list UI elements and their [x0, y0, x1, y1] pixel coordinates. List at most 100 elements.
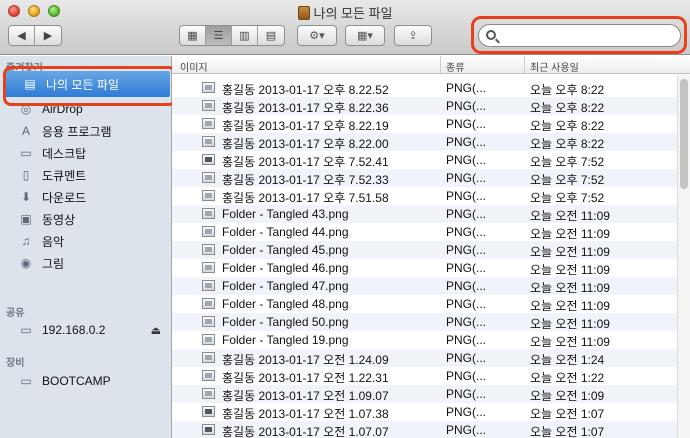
- sidebar-item[interactable]: ▣ 동영상: [0, 208, 171, 230]
- table-row[interactable]: 홍길동 2013-01-17 오전 1.24.09 PNG(... 오늘 오전 1:…: [172, 349, 677, 367]
- table-row[interactable]: 홍길동 2013-01-17 오후 8.22.00 PNG(... 오늘 오후 8:…: [172, 133, 677, 151]
- table-row[interactable]: 홍길동 2013-01-17 오전 1.22.31 PNG(... 오늘 오전 1:…: [172, 367, 677, 385]
- file-name: 홍길동 2013-01-17 오후 7.52.41: [222, 155, 389, 169]
- table-row[interactable]: Folder - Tangled 44.png PNG(... 오늘 오전 11:0…: [172, 223, 677, 241]
- image-file-icon: [202, 262, 215, 273]
- file-date: 오늘 오전 1:09: [530, 389, 605, 403]
- file-kind: PNG(...: [446, 99, 487, 113]
- table-row[interactable]: 홍길동 2013-01-17 오후 8.22.19 PNG(... 오늘 오후 8:…: [172, 115, 677, 133]
- file-name: 홍길동 2013-01-17 오전 1.09.07: [222, 389, 389, 403]
- table-row[interactable]: Folder - Tangled 48.png PNG(... 오늘 오전 11:0…: [172, 295, 677, 313]
- view-mode-buttons: ▦ ☰ ▥ ▤: [179, 25, 285, 46]
- image-file-icon: [202, 298, 215, 309]
- column-view-button[interactable]: ▥: [232, 26, 258, 45]
- file-date: 오늘 오후 8:22: [530, 137, 605, 151]
- column-header-name[interactable]: 이미지: [180, 59, 208, 74]
- table-row[interactable]: 홍길동 2013-01-17 오후 7.52.41 PNG(... 오늘 오후 7:…: [172, 151, 677, 169]
- file-kind: PNG(...: [446, 135, 487, 149]
- forward-button[interactable]: ▶: [35, 26, 61, 45]
- arrange-icon: ▦▾: [357, 30, 373, 42]
- file-name: Folder - Tangled 48.png: [222, 297, 349, 311]
- table-row[interactable]: 홍길동 2013-01-17 오전 1.07.07 PNG(... 오늘 오전 1:…: [172, 421, 677, 438]
- file-name: 홍길동 2013-01-17 오후 7.51.58: [222, 191, 389, 205]
- file-name: 홍길동 2013-01-17 오후 8.22.19: [222, 119, 389, 133]
- file-date: 오늘 오전 11:09: [530, 317, 610, 331]
- file-kind: PNG(...: [446, 405, 487, 419]
- forward-arrow-icon: ▶: [43, 30, 53, 42]
- sidebar-item-label: 음악: [42, 234, 65, 249]
- file-name: 홍길동 2013-01-17 오후 8.22.36: [222, 101, 389, 115]
- file-kind: PNG(...: [446, 351, 487, 365]
- search-highlight-ring: [471, 16, 687, 54]
- back-arrow-icon: ◀: [17, 30, 26, 42]
- music-icon: ♫: [21, 234, 31, 248]
- column-header-kind[interactable]: 종류: [446, 59, 464, 74]
- file-kind: PNG(...: [446, 81, 487, 95]
- eject-icon[interactable]: ⏏: [151, 324, 161, 337]
- table-row[interactable]: Folder - Tangled 43.png PNG(... 오늘 오전 11:0…: [172, 205, 677, 223]
- table-row[interactable]: Folder - Tangled 46.png PNG(... 오늘 오전 11:0…: [172, 259, 677, 277]
- file-kind: PNG(...: [446, 225, 487, 239]
- table-row[interactable]: 홍길동 2013-01-17 오후 7.52.33 PNG(... 오늘 오후 7:…: [172, 169, 677, 187]
- column-view-icon: ▥: [239, 30, 250, 42]
- file-name: Folder - Tangled 47.png: [222, 279, 349, 293]
- column-divider[interactable]: [524, 56, 525, 74]
- file-kind: PNG(...: [446, 171, 487, 185]
- sidebar-item[interactable]: ▭ 192.168.0.2 ⏏: [0, 319, 171, 341]
- back-button[interactable]: ◀: [9, 26, 35, 45]
- sidebar-item[interactable]: ▯ 도큐멘트: [0, 164, 171, 186]
- image-file-icon: [202, 334, 215, 345]
- share-button[interactable]: ⇪: [394, 25, 432, 46]
- sidebar-item[interactable]: ♫ 음악: [0, 230, 171, 252]
- sidebar-item[interactable]: ⬇ 다운로드: [0, 186, 171, 208]
- column-divider[interactable]: [440, 56, 441, 74]
- scrollbar-thumb[interactable]: [680, 79, 688, 189]
- file-date: 오늘 오후 8:22: [530, 119, 605, 133]
- icon-view-button[interactable]: ▦: [180, 26, 206, 45]
- arrange-menu-button[interactable]: ▦▾: [345, 25, 385, 46]
- file-date: 오늘 오전 11:09: [530, 209, 610, 223]
- image-file-icon: [202, 352, 215, 363]
- list-view-button[interactable]: ☰: [206, 26, 232, 45]
- action-menu-button[interactable]: ⚙▾: [297, 25, 337, 46]
- table-row[interactable]: 홍길동 2013-01-17 오전 1.09.07 PNG(... 오늘 오전 1:…: [172, 385, 677, 403]
- sidebar-item[interactable]: ▭ BOOTCAMP: [0, 370, 171, 392]
- file-list: 이미지 종류 최근 사용일 홍길동 2013-01-17 오후 8.22.52 P…: [172, 56, 690, 438]
- image-file-icon: [202, 226, 215, 237]
- disk-icon: ▭: [20, 374, 32, 388]
- file-kind: PNG(...: [446, 333, 487, 347]
- table-row[interactable]: 홍길동 2013-01-17 오후 8.22.52 PNG(... 오늘 오후 8:…: [172, 79, 677, 97]
- file-date: 오늘 오후 7:52: [530, 191, 605, 205]
- applications-icon: A: [21, 124, 30, 138]
- file-date: 오늘 오전 11:09: [530, 281, 610, 295]
- image-file-icon: [202, 82, 215, 93]
- sidebar-item[interactable]: A 응용 프로그램: [0, 120, 171, 142]
- file-kind: PNG(...: [446, 189, 487, 203]
- column-header-date[interactable]: 최근 사용일: [530, 59, 579, 74]
- vertical-scrollbar[interactable]: [677, 75, 690, 438]
- list-view-icon: ☰: [213, 30, 224, 42]
- computer-icon: ▭: [20, 323, 32, 337]
- sidebar-item-label: 데스크탑: [42, 146, 87, 161]
- sidebar-item-label: 그림: [42, 256, 65, 271]
- window-title-text: 나의 모든 파일: [313, 6, 393, 21]
- sidebar-item[interactable]: ▭ 데스크탑: [0, 142, 171, 164]
- image-file-icon: [202, 316, 215, 327]
- table-row[interactable]: 홍길동 2013-01-17 오후 7.51.58 PNG(... 오늘 오후 7:…: [172, 187, 677, 205]
- table-row[interactable]: Folder - Tangled 50.png PNG(... 오늘 오전 11:0…: [172, 313, 677, 331]
- table-row[interactable]: 홍길동 2013-01-17 오전 1.07.38 PNG(... 오늘 오전 1:…: [172, 403, 677, 421]
- file-name: 홍길동 2013-01-17 오후 8.22.52: [222, 83, 389, 97]
- file-kind: PNG(...: [446, 387, 487, 401]
- file-date: 오늘 오전 1:07: [530, 407, 605, 421]
- file-kind: PNG(...: [446, 297, 487, 311]
- file-date: 오늘 오전 11:09: [530, 245, 610, 259]
- table-row[interactable]: Folder - Tangled 19.png PNG(... 오늘 오전 11:0…: [172, 331, 677, 349]
- coverflow-view-button[interactable]: ▤: [258, 26, 284, 45]
- sidebar-item[interactable]: ◉ 그림: [0, 252, 171, 274]
- table-row[interactable]: Folder - Tangled 47.png PNG(... 오늘 오전 11:0…: [172, 277, 677, 295]
- table-row[interactable]: Folder - Tangled 45.png PNG(... 오늘 오전 11:0…: [172, 241, 677, 259]
- icon-view-icon: ▦: [187, 30, 198, 42]
- downloads-icon: ⬇: [20, 190, 32, 204]
- documents-icon: ▯: [22, 168, 30, 182]
- table-row[interactable]: 홍길동 2013-01-17 오후 8.22.36 PNG(... 오늘 오후 8:…: [172, 97, 677, 115]
